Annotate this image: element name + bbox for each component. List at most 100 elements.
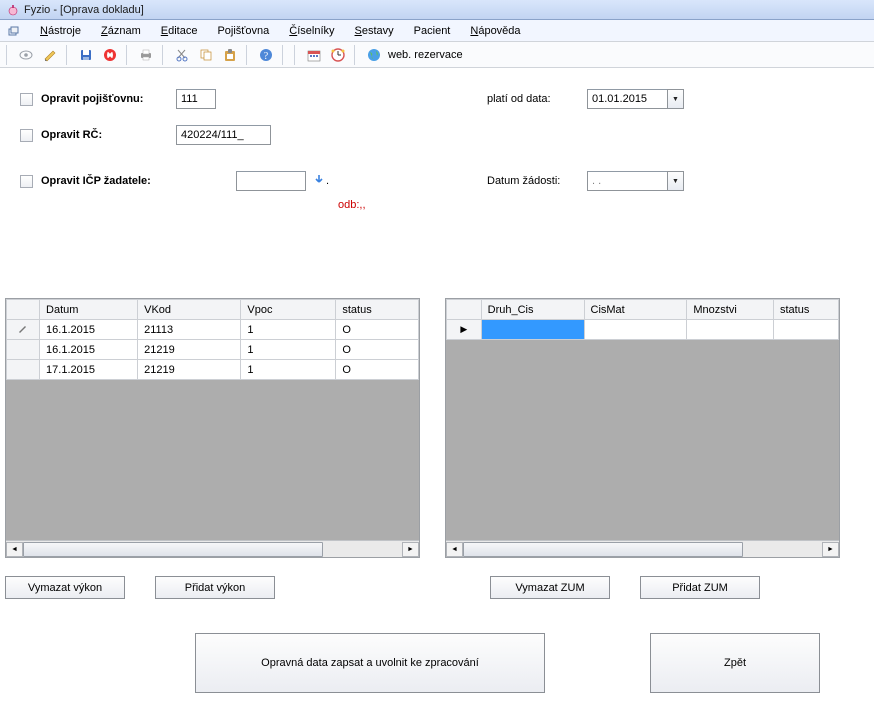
combo-datum-zadosti[interactable]: . . ▼: [587, 171, 684, 191]
paste-icon[interactable]: [220, 45, 240, 65]
vymazat-zum-button[interactable]: Vymazat ZUM: [490, 576, 610, 599]
help-icon[interactable]: ?: [256, 45, 276, 65]
cell-druh-cis[interactable]: [481, 320, 584, 340]
web-reservation-label[interactable]: web. rezervace: [388, 49, 463, 61]
toolbar-separator: [6, 45, 10, 65]
cell-status-zum[interactable]: [773, 320, 838, 340]
print-icon[interactable]: [136, 45, 156, 65]
combo-plati-od[interactable]: 01.01.2015 ▼: [587, 89, 684, 109]
zapsat-button[interactable]: Opravná data zapsat a uvolnit ke zpracov…: [195, 633, 545, 693]
input-icp[interactable]: [236, 171, 306, 191]
hscroll-right[interactable]: ◄ ►: [446, 540, 839, 557]
checkbox-rc[interactable]: [20, 129, 33, 142]
save-icon[interactable]: [76, 45, 96, 65]
label-icp: Opravit IČP žadatele:: [41, 175, 206, 187]
cell-vpoc[interactable]: 1: [241, 340, 336, 360]
hscroll-left[interactable]: ◄ ►: [6, 540, 419, 557]
window-title: Fyzio - [Oprava dokladu]: [24, 4, 144, 16]
col-status-zum[interactable]: status: [773, 300, 838, 320]
cell-vkod[interactable]: 21219: [138, 340, 241, 360]
scroll-right-icon[interactable]: ►: [822, 542, 839, 557]
label-pojistovna: Opravit pojišťovnu:: [41, 93, 176, 105]
cell-status[interactable]: O: [336, 340, 419, 360]
menu-nastroje[interactable]: Nástroje: [30, 23, 91, 39]
pridat-zum-button[interactable]: Přidat ZUM: [640, 576, 760, 599]
grid-zum-table[interactable]: Druh_Cis CisMat Mnozstvi status ▶: [446, 299, 839, 340]
calendar-icon[interactable]: [304, 45, 324, 65]
copy-icon[interactable]: [196, 45, 216, 65]
col-mnozstvi[interactable]: Mnozstvi: [687, 300, 774, 320]
col-datum[interactable]: Datum: [40, 300, 138, 320]
chevron-down-icon[interactable]: ▼: [667, 89, 684, 109]
table-row[interactable]: 16.1.2015212191O: [7, 340, 419, 360]
cell-vpoc[interactable]: 1: [241, 320, 336, 340]
cell-status[interactable]: O: [336, 320, 419, 340]
input-pojistovna[interactable]: 111: [176, 89, 216, 109]
input-plati-od[interactable]: 01.01.2015: [587, 89, 667, 109]
row-header: [7, 340, 40, 360]
scroll-right-icon[interactable]: ►: [402, 542, 419, 557]
menu-editace[interactable]: Editace: [151, 23, 208, 39]
col-vkod[interactable]: VKod: [138, 300, 241, 320]
cell-vpoc[interactable]: 1: [241, 360, 336, 380]
label-rc: Opravit RČ:: [41, 129, 176, 141]
row-header: [7, 360, 40, 380]
cell-cismat[interactable]: [584, 320, 687, 340]
input-datum-zadosti[interactable]: . .: [587, 171, 667, 191]
vymazat-vykon-button[interactable]: Vymazat výkon: [5, 576, 125, 599]
cell-datum[interactable]: 16.1.2015: [40, 320, 138, 340]
hscroll-track[interactable]: [23, 542, 402, 557]
menu-napoveda[interactable]: Nápověda: [460, 23, 530, 39]
chevron-down-icon[interactable]: ▼: [667, 171, 684, 191]
col-status[interactable]: status: [336, 300, 419, 320]
cell-datum[interactable]: 16.1.2015: [40, 340, 138, 360]
col-cismat[interactable]: CisMat: [584, 300, 687, 320]
row-edit-icon: [7, 320, 40, 340]
zpet-button[interactable]: Zpět: [650, 633, 820, 693]
scroll-left-icon[interactable]: ◄: [446, 542, 463, 557]
cell-mnozstvi[interactable]: [687, 320, 774, 340]
toolbar-separator: [282, 45, 286, 65]
content-area: Opravit pojišťovnu: 111 platí od data: 0…: [0, 68, 874, 229]
pencil-icon[interactable]: [40, 45, 60, 65]
icp-dot: .: [326, 175, 340, 187]
table-row[interactable]: 16.1.2015211131O: [7, 320, 419, 340]
app-icon: [6, 3, 20, 17]
toolbar-separator: [294, 45, 298, 65]
menu-ciselniky[interactable]: Číselníky: [279, 23, 344, 39]
table-row[interactable]: ▶: [447, 320, 839, 340]
checkbox-pojistovna[interactable]: [20, 93, 33, 106]
table-row[interactable]: 17.1.2015212191O: [7, 360, 419, 380]
scroll-left-icon[interactable]: ◄: [6, 542, 23, 557]
hscroll-track[interactable]: [463, 542, 822, 557]
delete-icon[interactable]: [100, 45, 120, 65]
label-datum-zadosti: Datum žádosti:: [487, 175, 587, 187]
menu-pojistovna[interactable]: Pojišťovna: [207, 23, 279, 39]
checkbox-icp[interactable]: [20, 175, 33, 188]
row-pointer-icon: ▶: [447, 320, 482, 340]
label-plati-od: platí od data:: [487, 93, 587, 105]
cut-icon[interactable]: [172, 45, 192, 65]
toolbar-separator: [162, 45, 166, 65]
menu-zaznam[interactable]: Záznam: [91, 23, 151, 39]
pridat-vykon-button[interactable]: Přidat výkon: [155, 576, 275, 599]
restore-icon[interactable]: [6, 24, 20, 38]
cell-datum[interactable]: 17.1.2015: [40, 360, 138, 380]
col-vpoc[interactable]: Vpoc: [241, 300, 336, 320]
input-rc[interactable]: 420224/111_: [176, 125, 271, 145]
menu-sestavy[interactable]: Sestavy: [345, 23, 404, 39]
eye-icon[interactable]: [16, 45, 36, 65]
cell-vkod[interactable]: 21113: [138, 320, 241, 340]
clock-icon[interactable]: [328, 45, 348, 65]
grid-vykony-table[interactable]: Datum VKod Vpoc status 16.1.2015211131O1…: [6, 299, 419, 380]
refresh-arrow-icon[interactable]: [312, 173, 326, 190]
globe-icon[interactable]: [364, 45, 384, 65]
col-druh-cis[interactable]: Druh_Cis: [481, 300, 584, 320]
hscroll-thumb[interactable]: [463, 542, 743, 557]
menu-pacient[interactable]: Pacient: [404, 23, 461, 39]
grid-zum[interactable]: Druh_Cis CisMat Mnozstvi status ▶: [445, 298, 840, 558]
cell-status[interactable]: O: [336, 360, 419, 380]
grid-vykony[interactable]: Datum VKod Vpoc status 16.1.2015211131O1…: [5, 298, 420, 558]
cell-vkod[interactable]: 21219: [138, 360, 241, 380]
hscroll-thumb[interactable]: [23, 542, 323, 557]
